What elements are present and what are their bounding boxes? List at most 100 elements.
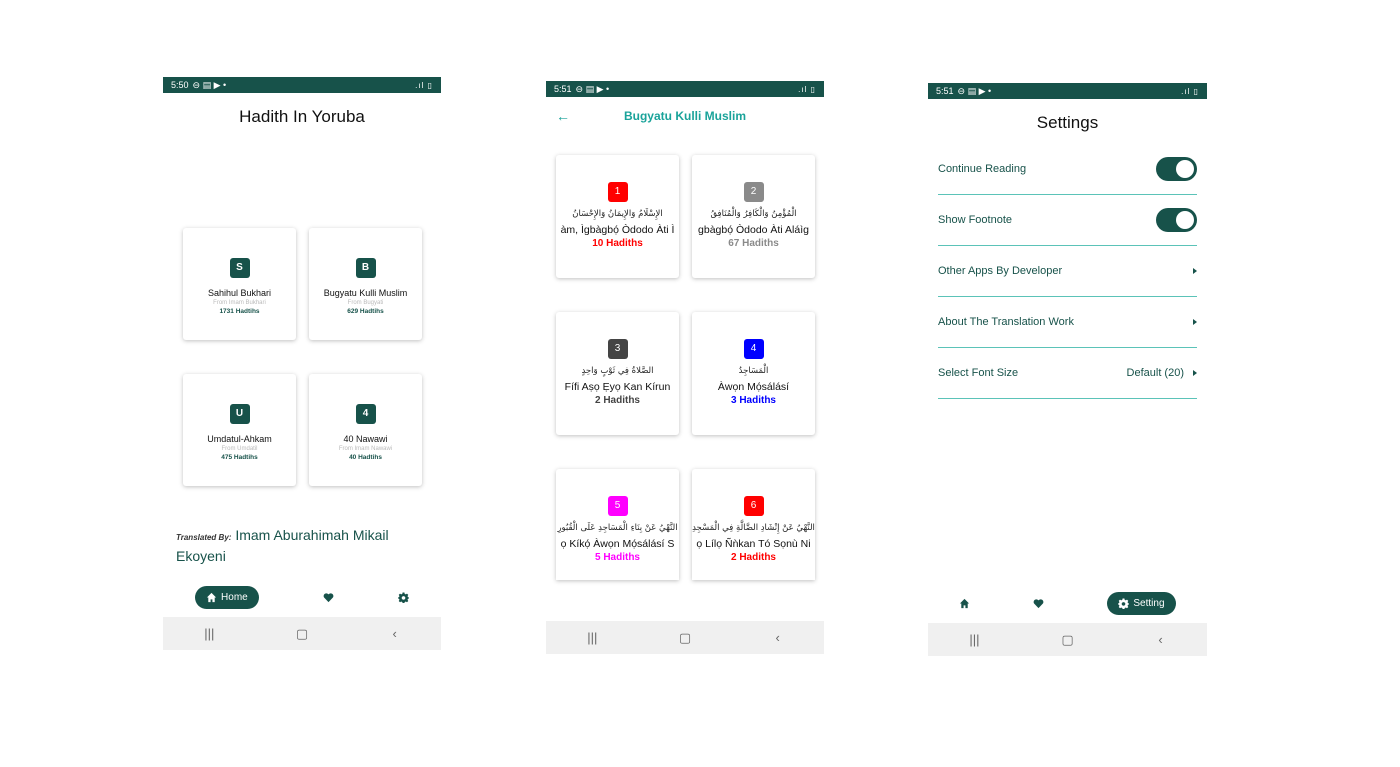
chevron-right-icon [1193,370,1197,376]
chapter-arabic-title: الصَّلاةُ فِي ثَوْبٍ وَاحِدٍ [581,366,654,376]
status-bar: 5:50 ⊖ ▤ ▶ • .ıl ▯ [163,77,441,93]
chapter-count: 67 Hadiths [728,238,779,249]
home-screen: 5:50 ⊖ ▤ ▶ • .ıl ▯ Hadith In Yoruba S Sah… [163,77,441,650]
nav-settings-label: Setting [1133,597,1165,609]
setting-label: Show Footnote [938,214,1012,226]
chapter-number-badge: 5 [607,496,628,516]
bottom-nav: Setting [928,588,1207,618]
book-count: 1731 Hadtihs [219,308,260,315]
book-card-bugyatu-kulli-muslim[interactable]: B Bugyatu Kulli Muslim From Bugyati 629 … [309,228,422,340]
chapter-title: àm, Ìgbàgbọ́ Òdodo Àti Ì [560,224,675,236]
continue-reading-toggle[interactable] [1156,157,1197,181]
chevron-right-icon [1193,268,1197,274]
setting-label: Select Font Size [938,367,1019,379]
chapter-card[interactable]: 5 النَّهْيُ عَنْ بِنَاءِ الْمَسَاجِدِ عَ… [556,469,679,580]
back-system-button[interactable]: ‹ [1146,632,1176,647]
gear-icon [397,591,409,603]
chapter-title: ọ Lílọ Ñǹkan Tó Sọnù Ni [696,538,811,550]
book-letter-badge: B [355,258,376,278]
back-system-button[interactable]: ‹ [763,630,793,645]
home-system-button[interactable]: ▢ [1053,632,1083,648]
setting-show-footnote: Show Footnote [938,195,1197,246]
nav-favorites-button[interactable] [323,592,334,603]
system-nav-bar: ||| ▢ ‹ [546,621,824,654]
chapter-arabic-title: الْمَسَاجِدُ [738,366,769,376]
book-source: From Umdatil [221,446,258,452]
book-source: From Bugyati [347,300,384,306]
book-name: Bugyatu Kulli Muslim [323,288,408,298]
chapter-count: 10 Hadiths [592,238,643,249]
setting-label: Continue Reading [938,163,1027,175]
chapter-number-badge: 3 [607,339,628,359]
chapter-card[interactable]: 1 الإِسْلَامُ وَالإِيمَانُ وَالإِحْسَانُ… [556,155,679,278]
back-system-button[interactable]: ‹ [380,626,410,641]
signal-battery-icon: .ıl ▯ [1181,86,1199,96]
heart-icon [1034,598,1044,608]
heart-icon [323,592,334,602]
signal-battery-icon: .ıl ▯ [415,80,433,90]
status-bar: 5:51 ⊖ ▤ ▶ • .ıl ▯ [546,81,824,97]
chapter-number-badge: 6 [743,496,764,516]
book-count: 40 Hadtihs [349,454,382,461]
recent-apps-button[interactable]: ||| [577,630,607,645]
chapter-title: ọ Kíkọ́ Àwọn Mọ́sálásí S [560,538,675,550]
recent-apps-button[interactable]: ||| [194,626,224,641]
book-letter-badge: U [229,404,250,424]
book-source: From Imam Nawawi [338,446,393,452]
signal-battery-icon: .ıl ▯ [798,84,816,94]
translator-credit: Translated By: Imam Aburahimah Mikail Ek… [176,526,436,565]
system-nav-bar: ||| ▢ ‹ [163,617,441,650]
page-title: Hadith In Yoruba [239,107,365,126]
chapter-card[interactable]: 4 الْمَسَاجِدُ Àwọn Mọ́sálásí 3 Hadiths [692,312,815,435]
setting-other-apps[interactable]: Other Apps By Developer [938,246,1197,297]
chapter-arabic-title: الإِسْلَامُ وَالإِيمَانُ وَالإِحْسَانُ [572,209,663,219]
home-icon [960,598,970,608]
book-card-umdatul-ahkam[interactable]: U Umdatul-Ahkam From Umdatil 475 Hadtihs [183,374,296,486]
setting-font-size[interactable]: Select Font Size Default (20) [938,348,1197,399]
chapter-count: 2 Hadiths [594,395,640,406]
chapter-title: Fífi Aṣọ Ẹyọ Kan Kírun [564,381,671,393]
chapter-arabic-title: النَّهْيُ عَنْ بِنَاءِ الْمَسَاجِدِ عَلَ… [557,523,678,533]
chapter-count: 3 Hadiths [730,395,776,406]
recent-apps-button[interactable]: ||| [960,632,990,647]
chapter-number-badge: 2 [743,182,764,202]
font-size-value: Default (20) [1126,367,1184,379]
nav-home-button[interactable] [959,598,970,609]
toggle-knob [1176,211,1194,229]
system-nav-bar: ||| ▢ ‹ [928,623,1207,656]
nav-home-button[interactable]: Home [195,585,259,609]
book-name: Umdatul-Ahkam [207,434,272,444]
book-card-sahihul-bukhari[interactable]: S Sahihul Bukhari From Imam Bukhari 1731… [183,228,296,340]
chapter-count: 5 Hadiths [594,552,640,563]
chapter-card[interactable]: 6 النَّهْيُ عَنْ إِنْشَادِ الضَّالَّةِ ف… [692,469,815,580]
status-icons: ⊖ ▤ ▶ • [192,79,227,90]
chapters-screen: 5:51 ⊖ ▤ ▶ • .ıl ▯ ← Bugyatu Kulli Muslim… [546,81,824,654]
nav-settings-button[interactable] [397,591,409,603]
nav-favorites-button[interactable] [1033,598,1044,609]
gear-icon [1118,597,1130,609]
show-footnote-toggle[interactable] [1156,208,1197,232]
setting-label: Other Apps By Developer [938,265,1063,277]
nav-settings-button[interactable]: Setting [1107,591,1176,615]
page-title: Settings [1036,113,1099,132]
app-bar: ← Bugyatu Kulli Muslim [546,97,824,135]
chevron-right-icon [1193,319,1197,325]
home-system-button[interactable]: ▢ [287,626,317,642]
chapter-title: gbàgbọ́ Òdodo Àti Aláìg [698,224,809,236]
status-icons: ⊖ ▤ ▶ • [575,83,610,94]
status-icons: ⊖ ▤ ▶ • [957,85,992,96]
chapter-card[interactable]: 2 الْمُؤْمِنُ وَالْكَافِرُ وَالْمُنَافِق… [692,155,815,278]
status-time: 5:51 [554,84,572,94]
setting-continue-reading: Continue Reading [938,144,1197,195]
home-system-button[interactable]: ▢ [670,630,700,646]
chapter-count: 2 Hadiths [730,552,776,563]
translated-by-label: Translated By: [176,533,232,542]
book-card-40-nawawi[interactable]: 4 40 Nawawi From Imam Nawawi 40 Hadtihs [309,374,422,486]
status-time: 5:50 [171,80,189,90]
chapter-card[interactable]: 3 الصَّلاةُ فِي ثَوْبٍ وَاحِدٍ Fífi Aṣọ … [556,312,679,435]
settings-screen: 5:51 ⊖ ▤ ▶ • .ıl ▯ Settings Continue Read… [928,83,1207,656]
setting-about-translation[interactable]: About The Translation Work [938,297,1197,348]
status-bar: 5:51 ⊖ ▤ ▶ • .ıl ▯ [928,83,1207,99]
book-count: 629 Hadtihs [347,308,384,315]
chapter-title: Àwọn Mọ́sálásí [717,381,790,393]
